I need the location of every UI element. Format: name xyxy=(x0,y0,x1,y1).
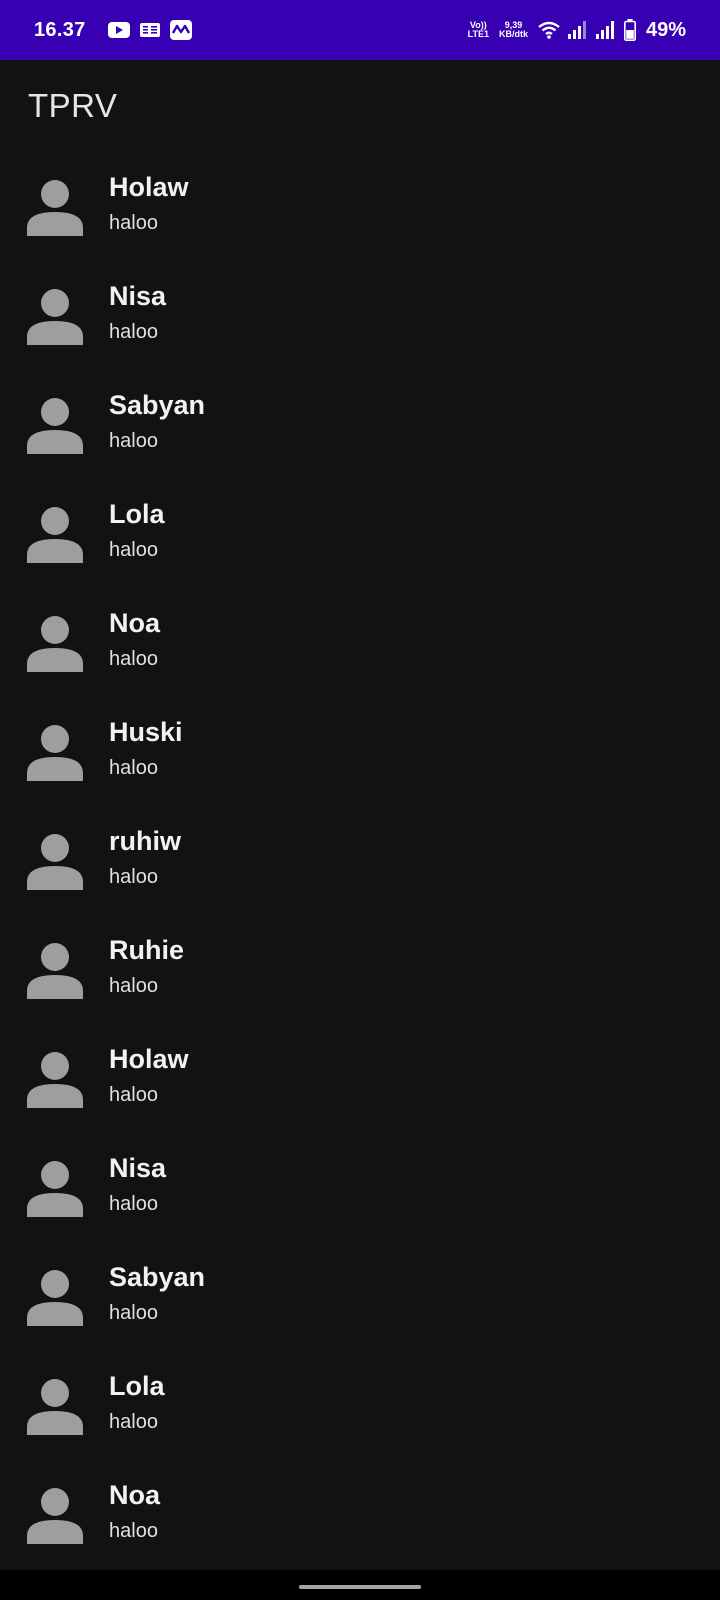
status-right: Vo)) LTE1 9,39 KB/dtk 49% xyxy=(468,19,686,42)
list-item[interactable]: Nisa haloo xyxy=(0,1133,720,1242)
list-item[interactable]: Noa haloo xyxy=(0,1460,720,1569)
mail-icon xyxy=(169,20,192,40)
ge-icon xyxy=(139,23,160,37)
list-item[interactable]: Lola haloo xyxy=(0,479,720,588)
contact-message: haloo xyxy=(109,648,158,670)
list-item[interactable]: ruhiw haloo xyxy=(0,806,720,915)
notification-icons xyxy=(107,20,202,40)
list-item[interactable]: Huski haloo xyxy=(0,697,720,806)
contact-message: haloo xyxy=(109,321,158,343)
contact-name: Nisa xyxy=(109,281,167,311)
contact-name: Noa xyxy=(109,1480,161,1510)
signal-icon-sim2 xyxy=(595,21,614,39)
person-icon xyxy=(27,616,83,672)
contact-name: Sabyan xyxy=(109,1262,206,1292)
contact-name: Huski xyxy=(109,717,183,747)
person-icon xyxy=(27,1270,83,1326)
person-icon xyxy=(27,289,83,345)
youtube-icon xyxy=(107,22,130,38)
list-item[interactable]: Holaw haloo xyxy=(0,1024,720,1133)
contact-message: haloo xyxy=(109,212,158,234)
person-icon xyxy=(27,398,83,454)
navigation-bar xyxy=(0,1570,720,1600)
person-icon xyxy=(27,943,83,999)
battery-percent: 49% xyxy=(645,18,686,41)
battery-icon xyxy=(623,19,636,41)
lte-label: LTE1 xyxy=(467,29,489,39)
contact-name: Ruhie xyxy=(109,935,185,965)
contact-message: haloo xyxy=(109,757,158,779)
person-icon xyxy=(27,834,83,890)
contact-name: Holaw xyxy=(109,172,189,202)
contact-message: haloo xyxy=(109,539,158,561)
wifi-icon xyxy=(538,21,560,39)
contact-name: Lola xyxy=(109,1371,165,1401)
list-item[interactable]: Sabyan haloo xyxy=(0,370,720,479)
status-time: 16.37 xyxy=(34,18,86,41)
contact-message: haloo xyxy=(109,1084,158,1106)
contact-message: haloo xyxy=(109,866,158,888)
person-icon xyxy=(27,1161,83,1217)
contact-message: haloo xyxy=(109,1411,158,1433)
page-title: TPRV xyxy=(28,87,118,124)
contact-message: haloo xyxy=(109,430,158,452)
contact-name: Nisa xyxy=(109,1153,167,1183)
list-item[interactable]: Nisa haloo xyxy=(0,261,720,370)
list-item[interactable]: Holaw haloo xyxy=(0,152,720,261)
contact-message: haloo xyxy=(109,975,158,997)
contact-name: Holaw xyxy=(109,1044,189,1074)
person-icon xyxy=(27,507,83,563)
contact-message: haloo xyxy=(109,1520,158,1542)
list-item[interactable]: Noa haloo xyxy=(0,588,720,697)
network-speed: 9,39 KB/dtk xyxy=(499,21,528,39)
person-icon xyxy=(27,1379,83,1435)
person-icon xyxy=(27,1052,83,1108)
list-item[interactable]: Lola haloo xyxy=(0,1351,720,1460)
contact-name: Noa xyxy=(109,608,161,638)
status-bar: 16.37 Vo)) LTE1 9,39 KB/dtk 49% xyxy=(0,0,720,60)
person-icon xyxy=(27,1488,83,1544)
contact-message: haloo xyxy=(109,1193,158,1215)
contact-name: Sabyan xyxy=(109,390,206,420)
person-icon xyxy=(27,180,83,236)
home-gesture-handle[interactable] xyxy=(299,1585,421,1589)
app-bar: TPRV xyxy=(0,60,720,152)
list-item[interactable]: Ruhie haloo xyxy=(0,915,720,1024)
speed-unit: KB/dtk xyxy=(498,29,528,39)
volte-indicator: Vo)) LTE1 xyxy=(468,21,489,39)
contact-name: Lola xyxy=(109,499,165,529)
list-item[interactable]: Sabyan haloo xyxy=(0,1242,720,1351)
contact-list: Holaw haloo Nisa haloo Sabyan haloo Lola haloo N… xyxy=(0,152,720,1569)
person-icon xyxy=(27,725,83,781)
signal-icon-sim1 xyxy=(567,21,586,39)
contact-name: ruhiw xyxy=(109,826,181,856)
contact-message: haloo xyxy=(109,1302,158,1324)
